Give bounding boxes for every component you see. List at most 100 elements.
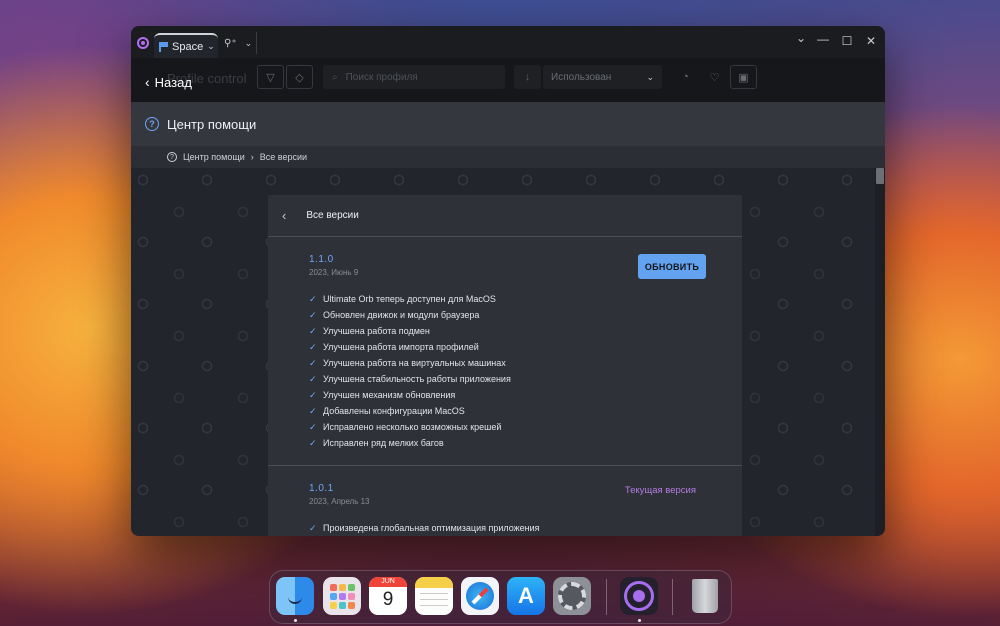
- chevron-left-icon: ‹: [145, 74, 150, 90]
- change-item: ✓ Добавлены конфигурации MacOS: [309, 403, 706, 419]
- calendar-month: JUN: [369, 577, 407, 587]
- help-center-header: ? Центр помощи: [131, 102, 885, 146]
- check-icon: ✓: [309, 421, 317, 432]
- check-icon: ✓: [309, 293, 317, 304]
- search-input[interactable]: ⌕ Поиск профиля: [323, 65, 505, 89]
- change-text: Добавлены конфигурации MacOS: [323, 406, 465, 416]
- change-item: ✓ Ultimate Orb теперь доступен для MacOS: [309, 291, 706, 307]
- content-area: ‹ Все версии 1.1.0 2023, Июнь 9 ОБНОВИТЬ…: [131, 168, 875, 536]
- running-indicator: [294, 619, 297, 622]
- ultimate-orb-icon[interactable]: [620, 577, 658, 615]
- dock-divider: [672, 579, 673, 615]
- breadcrumb: ? Центр помощи › Все версии: [131, 146, 885, 168]
- minimize-icon[interactable]: —: [817, 32, 829, 46]
- app-store-icon[interactable]: A: [507, 577, 545, 615]
- chevron-down-icon: ⌄: [646, 71, 654, 82]
- help-icon: ?: [145, 117, 159, 131]
- change-text: Улучшена работа на виртуальных машинах: [323, 358, 506, 368]
- breadcrumb-help-center[interactable]: Центр помощи: [183, 152, 245, 162]
- eraser-icon: ◇: [295, 71, 304, 84]
- check-icon: ✓: [309, 325, 317, 336]
- check-icon: ✓: [309, 357, 317, 368]
- finder-icon[interactable]: [276, 577, 314, 615]
- change-text: Ultimate Orb теперь доступен для MacOS: [323, 294, 496, 304]
- change-item: ✓ Улучшена работа на виртуальных машинах: [309, 355, 706, 371]
- toolbar: Profile control ‹ Назад ▽ ◇ ⌕ Поиск проф…: [131, 58, 885, 102]
- dock-divider: [606, 579, 607, 615]
- change-item: ✓ Улучшена стабильность работы приложения: [309, 371, 706, 387]
- search-placeholder: Поиск профиля: [345, 71, 418, 83]
- fire-button[interactable]: ◔: [672, 65, 699, 89]
- tab-space[interactable]: Space ⌄: [154, 33, 218, 58]
- dock: JUN 9 A: [269, 570, 732, 624]
- release-entry: 1.1.0 2023, Июнь 9 ОБНОВИТЬ ✓ Ultimate Or…: [268, 237, 742, 466]
- calendar-day: 9: [382, 589, 394, 610]
- chevron-left-icon[interactable]: ‹: [282, 208, 286, 223]
- fire-icon: ◔: [682, 71, 689, 83]
- orb-logo-icon: [137, 37, 149, 49]
- change-list: ✓ Ultimate Orb теперь доступен для MacOS …: [309, 291, 706, 451]
- close-icon[interactable]: ✕: [865, 34, 877, 48]
- app-window: Space ⌄ ⚲⁺ ⌄ ⌄ — ☐ ✕ Profile control ‹ Н…: [131, 26, 885, 536]
- chevron-down-icon[interactable]: ⌄: [245, 38, 253, 49]
- running-indicator: [638, 619, 641, 622]
- tab-divider: [256, 32, 257, 54]
- release-date: 2023, Апрель 13: [309, 497, 370, 506]
- system-settings-icon[interactable]: [553, 577, 591, 615]
- notes-icon[interactable]: [415, 577, 453, 615]
- change-item: ✓ Улучшен механизм обновления: [309, 387, 706, 403]
- current-version-badge: Текущая версия: [624, 485, 696, 496]
- change-text: Улучшена стабильность работы приложения: [323, 374, 511, 384]
- chevron-right-icon: ›: [250, 152, 254, 162]
- filter-button[interactable]: ▽: [257, 65, 284, 89]
- change-text: Улучшена работа импорта профилей: [323, 342, 479, 352]
- filter-icon: ▽: [266, 71, 275, 84]
- card-header: ‹ Все версии: [268, 195, 742, 237]
- change-text: Исправлен ряд мелких багов: [323, 438, 444, 448]
- change-text: Произведена глобальная оптимизация прило…: [323, 523, 540, 533]
- change-item: ✓ Улучшена работа подмен: [309, 323, 706, 339]
- scrollbar[interactable]: [875, 168, 885, 536]
- check-icon: ✓: [309, 389, 317, 400]
- card-title: Все версии: [306, 210, 359, 221]
- chevron-down-icon[interactable]: ⌄: [795, 31, 807, 45]
- page-title: Центр помощи: [167, 116, 257, 132]
- change-text: Исправлено несколько возможных крешей: [323, 422, 502, 432]
- calendar-icon[interactable]: JUN 9: [369, 577, 407, 615]
- tab-label: Space: [172, 40, 204, 53]
- change-item: ✓ Обновлен движок и модули браузера: [309, 307, 706, 323]
- clear-filter-button[interactable]: ◇: [286, 65, 313, 89]
- chevron-down-icon[interactable]: ⌄: [207, 41, 215, 52]
- calendar-icon: ▣: [738, 71, 749, 84]
- title-bar: Space ⌄ ⚲⁺ ⌄ ⌄ — ☐ ✕: [131, 26, 885, 58]
- tab-actions: ⚲⁺ ⌄: [224, 38, 252, 49]
- add-profile-icon[interactable]: ⚲⁺: [224, 38, 237, 49]
- heart-icon: ♡: [709, 71, 720, 84]
- check-icon: ✓: [309, 373, 317, 384]
- breadcrumb-all-versions: Все версии: [259, 152, 308, 162]
- update-button[interactable]: ОБНОВИТЬ: [638, 254, 706, 279]
- maximize-icon[interactable]: ☐: [841, 34, 853, 48]
- sort-select-value: Использован: [551, 71, 612, 83]
- scrollbar-thumb[interactable]: [876, 168, 884, 184]
- back-label: Назад: [154, 74, 192, 90]
- check-icon: ✓: [309, 522, 317, 533]
- safari-icon[interactable]: [461, 577, 499, 615]
- check-icon: ✓: [309, 309, 317, 320]
- calendar-button[interactable]: ▣: [730, 65, 757, 89]
- change-item: ✓ Исправлен ряд мелких багов: [309, 435, 706, 451]
- sort-button[interactable]: ↓: [514, 65, 541, 89]
- versions-card: ‹ Все версии 1.1.0 2023, Июнь 9 ОБНОВИТЬ…: [268, 195, 742, 536]
- change-text: Улучшена работа подмен: [323, 326, 430, 336]
- favorite-button[interactable]: ♡: [701, 65, 728, 89]
- flag-icon: [159, 41, 168, 52]
- search-icon: ⌕: [332, 71, 338, 83]
- sort-select[interactable]: Использован ⌄: [543, 65, 662, 89]
- change-text: Улучшен механизм обновления: [323, 390, 456, 400]
- launchpad-icon[interactable]: [323, 577, 361, 615]
- trash-icon[interactable]: [686, 577, 724, 615]
- sort-icon: ↓: [524, 71, 531, 83]
- change-text: Обновлен движок и модули браузера: [323, 310, 480, 320]
- check-icon: ✓: [309, 437, 317, 448]
- back-button[interactable]: ‹ Назад: [145, 74, 192, 90]
